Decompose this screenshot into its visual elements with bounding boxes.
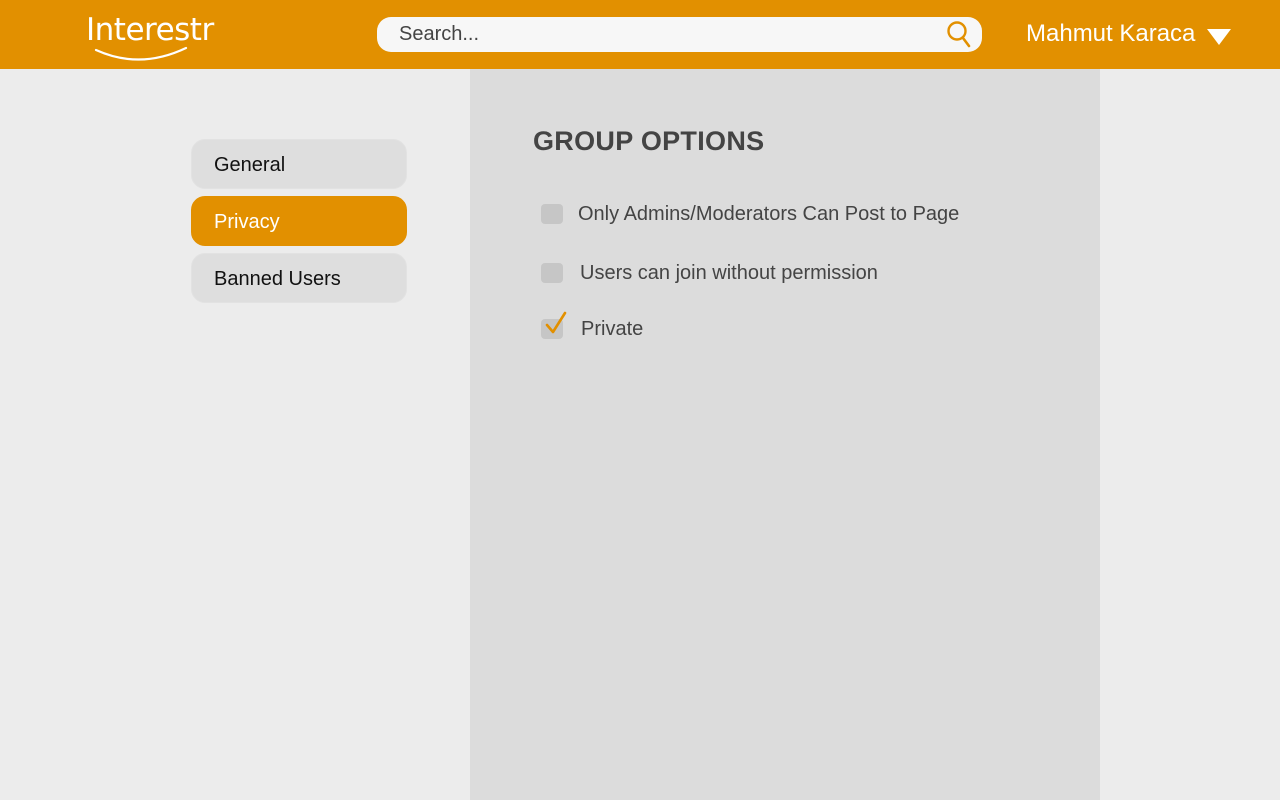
option-label: Only Admins/Moderators Can Post to Page bbox=[578, 203, 960, 225]
sidebar-item-privacy[interactable]: Privacy bbox=[191, 196, 407, 246]
checkmark-icon bbox=[545, 311, 567, 334]
sidebar-item-general[interactable]: General bbox=[191, 139, 407, 189]
sidebar-item-label: Banned Users bbox=[214, 268, 341, 290]
admins-only-checkbox[interactable] bbox=[541, 204, 563, 224]
logo[interactable]: Interestr bbox=[86, 12, 214, 64]
user-name[interactable]: Mahmut Karaca bbox=[1026, 20, 1195, 48]
option-label: Private bbox=[581, 318, 644, 340]
sidebar-item-label: Privacy bbox=[214, 211, 280, 233]
private-checkbox[interactable] bbox=[541, 311, 567, 339]
search-input[interactable] bbox=[399, 17, 939, 52]
join-without-permission-checkbox[interactable] bbox=[541, 263, 563, 283]
logo-smile-icon bbox=[94, 46, 188, 61]
page-title: GROUP OPTIONS bbox=[533, 126, 765, 156]
content-panel bbox=[470, 69, 1100, 800]
option-label: Users can join without permission bbox=[580, 262, 878, 284]
search-icon[interactable] bbox=[946, 20, 972, 50]
logo-text: Interestr bbox=[86, 12, 214, 48]
search-bar bbox=[377, 17, 982, 52]
sidebar-item-banned-users[interactable]: Banned Users bbox=[191, 253, 407, 303]
sidebar-item-label: General bbox=[214, 154, 286, 176]
caret-down-icon[interactable] bbox=[1207, 29, 1231, 45]
